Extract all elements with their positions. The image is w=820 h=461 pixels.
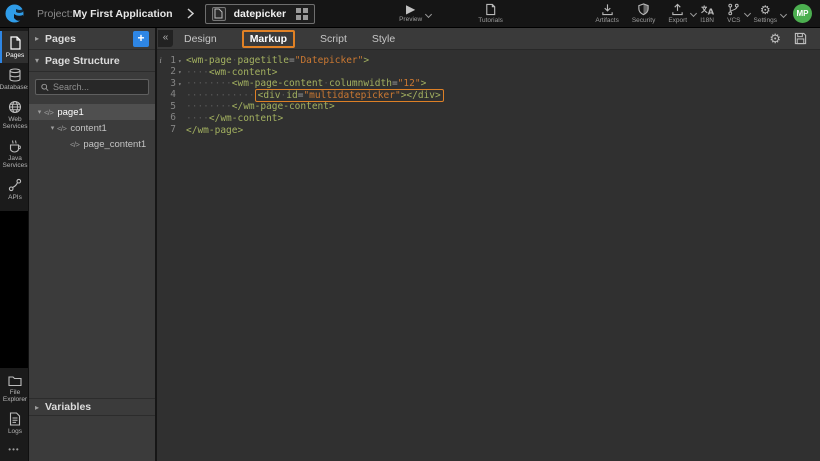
settings-caret-icon[interactable] — [780, 10, 787, 17]
wavemaker-studio-window: Project:My First Application datepicker … — [0, 0, 820, 461]
tree-item-label: page1 — [57, 107, 83, 118]
svg-text:A: A — [708, 7, 714, 16]
tree-caret-icon[interactable]: ▾ — [48, 124, 57, 132]
code-editor[interactable]: i1▾<wm-page·pagetitle="Datepicker"> 2▾··… — [157, 50, 820, 136]
tree-item-page1[interactable]: ▾ </> page1 — [29, 104, 155, 120]
highlighted-code: <div·id="multidatepicker"></div> — [255, 89, 444, 103]
code-line[interactable]: i1▾<wm-page·pagetitle="Datepicker"> — [157, 55, 820, 67]
vcs-button[interactable]: VCS — [727, 3, 740, 24]
variables-caret-icon[interactable]: ▸ — [35, 403, 45, 412]
code-line[interactable]: 2▾····<wm-content> — [157, 67, 820, 79]
editor-settings-icon[interactable]: ⚙ — [769, 33, 781, 45]
user-avatar[interactable]: MP — [793, 4, 812, 23]
top-bar-actions: Artifacts Security Export — [595, 3, 820, 24]
vcs-branch-icon — [727, 3, 740, 16]
pages-caret-icon[interactable]: ▸ — [35, 34, 45, 43]
rail-item-apis[interactable]: APIs — [0, 173, 28, 205]
rail-item-java-services[interactable]: Java Services — [0, 134, 28, 173]
page-file-icon — [212, 7, 226, 21]
code-line[interactable]: 6 ····</wm-content> — [157, 113, 820, 125]
java-services-coffee-icon — [8, 139, 22, 153]
export-caret-icon[interactable] — [690, 10, 697, 17]
code-lines: i1▾<wm-page·pagetitle="Datepicker"> 2▾··… — [157, 55, 820, 136]
export-button[interactable]: Export — [668, 3, 687, 24]
tree-item-page-content1[interactable]: </> page_content1 — [29, 136, 155, 152]
pages-panel-header[interactable]: ▸ Pages + — [29, 28, 155, 50]
rail-item-file-explorer[interactable]: File Explorer — [0, 370, 28, 407]
breadcrumb-chevron-icon — [187, 8, 194, 19]
editor-tab-bar: Design Markup Script Style ⚙ — [157, 28, 820, 50]
save-icon[interactable] — [794, 32, 807, 45]
project-name: My First Application — [73, 8, 173, 20]
file-explorer-folder-icon — [8, 375, 22, 387]
code-tag-icon: </> — [44, 108, 53, 117]
tutorials-icon — [484, 3, 497, 16]
code-line[interactable]: 5 ········</wm-page-content> — [157, 101, 820, 113]
editor-area: « Design Markup Script Style ⚙ i1▾<wm-pa… — [157, 28, 820, 461]
i18n-button[interactable]: A I18N — [700, 3, 714, 24]
more-options-button[interactable]: ••• — [0, 439, 28, 461]
search-input[interactable] — [53, 82, 143, 92]
page-search — [35, 79, 149, 95]
top-bar: Project:My First Application datepicker … — [0, 0, 820, 28]
tab-design[interactable]: Design — [184, 33, 217, 45]
left-rail: Pages Databases Web Services — [0, 28, 28, 461]
tab-markup[interactable]: Markup — [242, 30, 295, 48]
artifacts-button[interactable]: Artifacts — [595, 3, 618, 24]
page-structure-title: Page Structure — [45, 55, 120, 67]
tutorials-button[interactable]: Tutorials — [478, 3, 503, 24]
collapse-panel-button[interactable]: « — [158, 30, 173, 47]
pages-icon — [9, 36, 22, 50]
code-line[interactable]: 7 </wm-page> — [157, 125, 820, 137]
variables-title: Variables — [45, 401, 91, 413]
rail-item-logs[interactable]: Logs — [0, 407, 28, 439]
rail-item-web-services[interactable]: Web Services — [0, 95, 28, 134]
security-button[interactable]: Security — [632, 3, 655, 24]
add-page-button[interactable]: + — [133, 31, 149, 47]
security-shield-icon — [637, 3, 650, 16]
grid-icon[interactable] — [296, 8, 308, 20]
rail-bottom-group: File Explorer Logs ••• — [0, 368, 28, 461]
tree-item-content1[interactable]: ▾ </> content1 — [29, 120, 155, 136]
settings-button[interactable]: ⚙ Settings — [754, 4, 778, 24]
page-structure-header[interactable]: ▾ Page Structure — [29, 50, 155, 72]
artifacts-icon — [601, 3, 614, 16]
page-tab-label: datepicker — [234, 8, 287, 20]
pages-panel: ▸ Pages + ▾ Page Structure ▾ </> page1 ▾… — [28, 28, 157, 461]
tree-caret-icon[interactable]: ▾ — [35, 108, 44, 116]
page-structure-caret-icon[interactable]: ▾ — [35, 56, 45, 65]
logs-icon — [9, 412, 21, 426]
tab-style[interactable]: Style — [372, 33, 395, 45]
tab-script[interactable]: Script — [320, 33, 347, 45]
preview-button[interactable]: ▶ Preview — [399, 4, 422, 23]
wavemaker-logo-icon — [5, 4, 24, 23]
vcs-caret-icon[interactable] — [743, 10, 750, 17]
wavemaker-logo[interactable] — [0, 0, 28, 28]
tree-item-label: page_content1 — [83, 139, 146, 150]
page-structure-tree: ▾ </> page1 ▾ </> content1 </> page_cont… — [29, 104, 155, 152]
rail-top-group: Pages Databases Web Services — [0, 28, 28, 211]
search-icon — [41, 83, 49, 92]
pages-panel-title: Pages — [45, 33, 76, 45]
rail-item-pages[interactable]: Pages — [0, 31, 28, 63]
export-icon — [671, 3, 684, 16]
page-tab[interactable]: datepicker — [205, 4, 316, 24]
code-tag-icon: </> — [70, 140, 79, 149]
preview-caret-icon[interactable] — [425, 11, 432, 18]
apis-icon — [8, 178, 22, 192]
editor-actions: ⚙ — [769, 32, 820, 45]
project-label: Project: — [37, 8, 73, 20]
code-line[interactable]: 4 ············<div·id="multidatepicker">… — [157, 90, 820, 102]
settings-gear-icon: ⚙ — [760, 4, 771, 16]
web-services-globe-icon — [8, 100, 22, 114]
i18n-translate-icon: A — [700, 3, 714, 16]
rail-item-databases[interactable]: Databases — [0, 63, 28, 95]
code-tag-icon: </> — [57, 124, 66, 133]
breadcrumb: Project:My First Application — [37, 8, 173, 20]
databases-icon — [8, 68, 22, 82]
tree-item-label: content1 — [70, 123, 106, 134]
variables-header[interactable]: ▸ Variables — [29, 398, 155, 416]
play-icon: ▶ — [406, 4, 415, 15]
